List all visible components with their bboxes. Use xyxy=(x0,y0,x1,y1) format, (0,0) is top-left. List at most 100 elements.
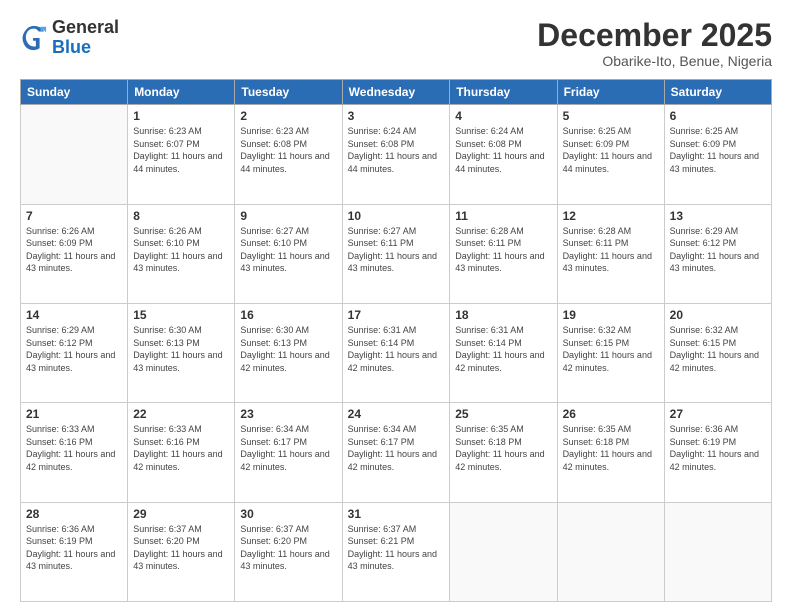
day-number: 30 xyxy=(240,507,336,521)
calendar-cell: 31Sunrise: 6:37 AMSunset: 6:21 PMDayligh… xyxy=(342,502,450,601)
day-number: 22 xyxy=(133,407,229,421)
calendar-cell: 13Sunrise: 6:29 AMSunset: 6:12 PMDayligh… xyxy=(664,204,771,303)
day-number: 20 xyxy=(670,308,766,322)
day-number: 3 xyxy=(348,109,445,123)
calendar-table: SundayMondayTuesdayWednesdayThursdayFrid… xyxy=(20,79,772,602)
calendar-cell: 29Sunrise: 6:37 AMSunset: 6:20 PMDayligh… xyxy=(128,502,235,601)
day-number: 21 xyxy=(26,407,122,421)
weekday-thursday: Thursday xyxy=(450,80,557,105)
day-number: 24 xyxy=(348,407,445,421)
day-number: 25 xyxy=(455,407,551,421)
calendar-cell: 26 Sunrise: 6:35 AMSunset: 6:18 PMDayligh… xyxy=(557,403,664,502)
calendar-cell: 1 Sunrise: 6:23 AMSunset: 6:07 PMDaylight… xyxy=(128,105,235,204)
calendar-cell: 15 Sunrise: 6:30 AMSunset: 6:13 PMDayligh… xyxy=(128,303,235,402)
calendar-cell: 8 Sunrise: 6:26 AMSunset: 6:10 PMDaylight… xyxy=(128,204,235,303)
logo-text: General Blue xyxy=(52,18,119,58)
day-info: Sunrise: 6:31 AMSunset: 6:14 PMDaylight:… xyxy=(348,324,445,374)
calendar-cell: 25Sunrise: 6:35 AMSunset: 6:18 PMDayligh… xyxy=(450,403,557,502)
day-number: 6 xyxy=(670,109,766,123)
day-info: Sunrise: 6:28 AMSunset: 6:11 PMDaylight:… xyxy=(455,225,551,275)
day-number: 29 xyxy=(133,507,229,521)
calendar-cell: 28Sunrise: 6:36 AMSunset: 6:19 PMDayligh… xyxy=(21,502,128,601)
day-number: 9 xyxy=(240,209,336,223)
calendar-cell: 23 Sunrise: 6:34 AMSunset: 6:17 PMDayligh… xyxy=(235,403,342,502)
day-info: Sunrise: 6:34 AMSunset: 6:17 PMDaylight:… xyxy=(348,423,445,473)
calendar-cell: 6 Sunrise: 6:25 AMSunset: 6:09 PMDaylight… xyxy=(664,105,771,204)
calendar-cell: 20 Sunrise: 6:32 AMSunset: 6:15 PMDayligh… xyxy=(664,303,771,402)
calendar-cell: 11 Sunrise: 6:28 AMSunset: 6:11 PMDayligh… xyxy=(450,204,557,303)
day-number: 4 xyxy=(455,109,551,123)
day-info: Sunrise: 6:25 AMSunset: 6:09 PMDaylight:… xyxy=(670,125,766,175)
calendar-cell: 18 Sunrise: 6:31 AMSunset: 6:14 PMDayligh… xyxy=(450,303,557,402)
calendar-cell xyxy=(557,502,664,601)
calendar-cell: 5 Sunrise: 6:25 AMSunset: 6:09 PMDaylight… xyxy=(557,105,664,204)
day-info: Sunrise: 6:37 AMSunset: 6:20 PMDaylight:… xyxy=(240,523,336,573)
day-number: 8 xyxy=(133,209,229,223)
calendar-cell: 9 Sunrise: 6:27 AMSunset: 6:10 PMDaylight… xyxy=(235,204,342,303)
weekday-header: SundayMondayTuesdayWednesdayThursdayFrid… xyxy=(21,80,772,105)
day-number: 14 xyxy=(26,308,122,322)
calendar-cell: 12Sunrise: 6:28 AMSunset: 6:11 PMDayligh… xyxy=(557,204,664,303)
logo: General Blue xyxy=(20,18,119,58)
calendar-body: 1 Sunrise: 6:23 AMSunset: 6:07 PMDaylight… xyxy=(21,105,772,602)
calendar-cell: 19Sunrise: 6:32 AMSunset: 6:15 PMDayligh… xyxy=(557,303,664,402)
calendar-week-1: 1 Sunrise: 6:23 AMSunset: 6:07 PMDaylight… xyxy=(21,105,772,204)
day-info: Sunrise: 6:35 AMSunset: 6:18 PMDaylight:… xyxy=(563,423,659,473)
day-info: Sunrise: 6:26 AMSunset: 6:10 PMDaylight:… xyxy=(133,225,229,275)
day-info: Sunrise: 6:37 AMSunset: 6:21 PMDaylight:… xyxy=(348,523,445,573)
title-block: December 2025 Obarike-Ito, Benue, Nigeri… xyxy=(537,18,772,69)
day-number: 15 xyxy=(133,308,229,322)
day-number: 5 xyxy=(563,109,659,123)
calendar-week-3: 14 Sunrise: 6:29 AMSunset: 6:12 PMDayligh… xyxy=(21,303,772,402)
weekday-monday: Monday xyxy=(128,80,235,105)
calendar-cell: 21 Sunrise: 6:33 AMSunset: 6:16 PMDayligh… xyxy=(21,403,128,502)
day-number: 7 xyxy=(26,209,122,223)
day-info: Sunrise: 6:27 AMSunset: 6:11 PMDaylight:… xyxy=(348,225,445,275)
day-info: Sunrise: 6:24 AMSunset: 6:08 PMDaylight:… xyxy=(348,125,445,175)
day-info: Sunrise: 6:30 AMSunset: 6:13 PMDaylight:… xyxy=(133,324,229,374)
calendar-week-2: 7 Sunrise: 6:26 AMSunset: 6:09 PMDaylight… xyxy=(21,204,772,303)
day-info: Sunrise: 6:23 AMSunset: 6:08 PMDaylight:… xyxy=(240,125,336,175)
day-number: 1 xyxy=(133,109,229,123)
day-info: Sunrise: 6:23 AMSunset: 6:07 PMDaylight:… xyxy=(133,125,229,175)
day-info: Sunrise: 6:27 AMSunset: 6:10 PMDaylight:… xyxy=(240,225,336,275)
day-info: Sunrise: 6:26 AMSunset: 6:09 PMDaylight:… xyxy=(26,225,122,275)
day-info: Sunrise: 6:33 AMSunset: 6:16 PMDaylight:… xyxy=(26,423,122,473)
day-number: 13 xyxy=(670,209,766,223)
calendar-cell: 2Sunrise: 6:23 AMSunset: 6:08 PMDaylight… xyxy=(235,105,342,204)
day-info: Sunrise: 6:34 AMSunset: 6:17 PMDaylight:… xyxy=(240,423,336,473)
calendar-cell: 30 Sunrise: 6:37 AMSunset: 6:20 PMDayligh… xyxy=(235,502,342,601)
calendar-cell xyxy=(450,502,557,601)
day-number: 18 xyxy=(455,308,551,322)
calendar-cell: 27Sunrise: 6:36 AMSunset: 6:19 PMDayligh… xyxy=(664,403,771,502)
calendar-cell: 17Sunrise: 6:31 AMSunset: 6:14 PMDayligh… xyxy=(342,303,450,402)
calendar-cell: 4 Sunrise: 6:24 AMSunset: 6:08 PMDaylight… xyxy=(450,105,557,204)
header: General Blue December 2025 Obarike-Ito, … xyxy=(20,18,772,69)
weekday-wednesday: Wednesday xyxy=(342,80,450,105)
day-info: Sunrise: 6:25 AMSunset: 6:09 PMDaylight:… xyxy=(563,125,659,175)
day-info: Sunrise: 6:31 AMSunset: 6:14 PMDaylight:… xyxy=(455,324,551,374)
day-number: 23 xyxy=(240,407,336,421)
calendar-cell: 24 Sunrise: 6:34 AMSunset: 6:17 PMDayligh… xyxy=(342,403,450,502)
calendar-cell xyxy=(21,105,128,204)
day-number: 10 xyxy=(348,209,445,223)
day-number: 26 xyxy=(563,407,659,421)
day-number: 19 xyxy=(563,308,659,322)
calendar-page: General Blue December 2025 Obarike-Ito, … xyxy=(0,0,792,612)
calendar-cell: 14 Sunrise: 6:29 AMSunset: 6:12 PMDayligh… xyxy=(21,303,128,402)
calendar-week-5: 28Sunrise: 6:36 AMSunset: 6:19 PMDayligh… xyxy=(21,502,772,601)
calendar-cell: 10 Sunrise: 6:27 AMSunset: 6:11 PMDayligh… xyxy=(342,204,450,303)
day-info: Sunrise: 6:24 AMSunset: 6:08 PMDaylight:… xyxy=(455,125,551,175)
day-number: 12 xyxy=(563,209,659,223)
logo-general: General xyxy=(52,17,119,37)
day-info: Sunrise: 6:36 AMSunset: 6:19 PMDaylight:… xyxy=(670,423,766,473)
weekday-friday: Friday xyxy=(557,80,664,105)
day-info: Sunrise: 6:29 AMSunset: 6:12 PMDaylight:… xyxy=(26,324,122,374)
day-number: 28 xyxy=(26,507,122,521)
day-number: 11 xyxy=(455,209,551,223)
calendar-cell: 7 Sunrise: 6:26 AMSunset: 6:09 PMDaylight… xyxy=(21,204,128,303)
day-info: Sunrise: 6:30 AMSunset: 6:13 PMDaylight:… xyxy=(240,324,336,374)
day-info: Sunrise: 6:32 AMSunset: 6:15 PMDaylight:… xyxy=(670,324,766,374)
location: Obarike-Ito, Benue, Nigeria xyxy=(537,53,772,69)
weekday-saturday: Saturday xyxy=(664,80,771,105)
